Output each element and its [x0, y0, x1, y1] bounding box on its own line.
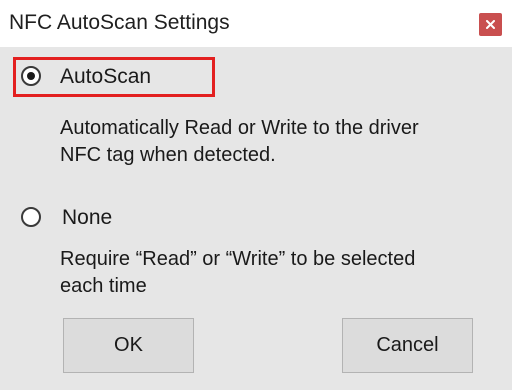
none-description-line-2: each time	[60, 275, 147, 297]
close-button[interactable]	[479, 13, 502, 36]
title-bar: NFC AutoScan Settings	[0, 0, 512, 47]
autoscan-highlight-annotation	[13, 57, 215, 97]
close-icon	[486, 20, 495, 29]
window-title: NFC AutoScan Settings	[9, 11, 230, 34]
autoscan-description-line-2: NFC tag when detected.	[60, 144, 276, 166]
option-none[interactable]: None	[13, 201, 223, 235]
autoscan-description: Automatically Read or Write to the drive…	[60, 115, 505, 169]
ok-button[interactable]: OK	[63, 318, 194, 373]
none-radio[interactable]	[21, 207, 41, 227]
none-description-line-1: Require “Read” or “Write” to be selected	[60, 248, 416, 270]
none-description: Require “Read” or “Write” to be selected…	[60, 246, 505, 300]
autoscan-description-line-1: Automatically Read or Write to the drive…	[60, 117, 419, 139]
cancel-button[interactable]: Cancel	[342, 318, 473, 373]
none-label: None	[62, 206, 113, 229]
nfc-autoscan-settings-dialog: NFC AutoScan Settings AutoScan Automatic…	[0, 0, 512, 390]
